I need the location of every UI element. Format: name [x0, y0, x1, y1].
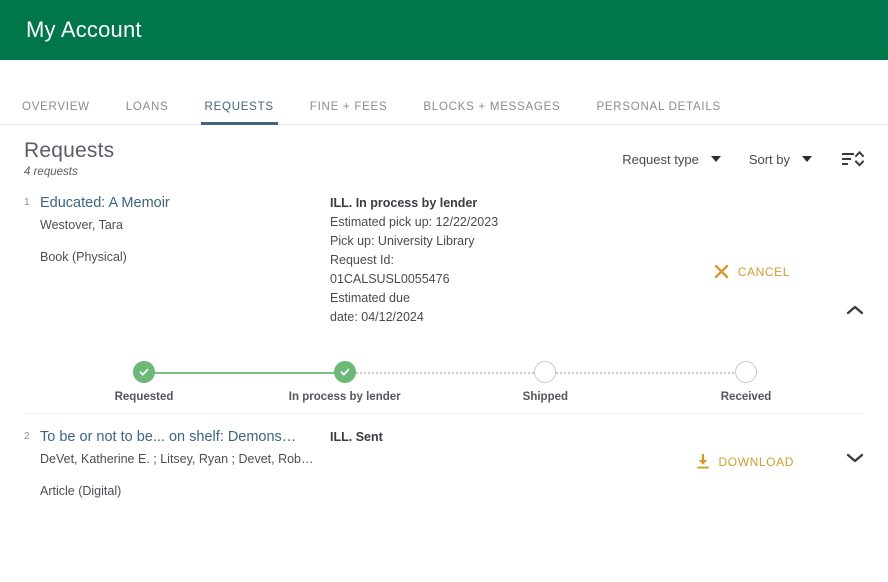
tracker-label-in-process: In process by lender: [288, 391, 401, 404]
request-type-label: Request type: [622, 151, 699, 167]
download-button[interactable]: DOWNLOAD: [696, 454, 794, 470]
tab-label: BLOCKS + MESSAGES: [423, 101, 561, 113]
tracker-label-requested: Requested: [114, 391, 174, 404]
check-icon: [139, 368, 149, 376]
request-item-2: 2 To be or not to be... on shelf: Demons…: [0, 414, 888, 498]
list-header: Requests 4 requests Request type Sort by: [0, 125, 888, 178]
tab-blocks-messages[interactable]: BLOCKS + MESSAGES: [423, 101, 560, 124]
list-controls: Request type Sort by: [594, 139, 864, 169]
request-author: Westover, Tara: [40, 218, 123, 233]
request-type-dropdown[interactable]: Request type: [622, 152, 721, 167]
tab-overview[interactable]: OVERVIEW: [22, 101, 90, 124]
request-summary: To be or not to be... on shelf: Demons… …: [40, 428, 330, 498]
tracker-track: Requested In process by lender Shipped R…: [115, 361, 771, 413]
tab-list: OVERVIEW LOANS REQUESTS FINE + FEES BLOC…: [0, 60, 888, 125]
detail-estimated-due-value: date: 04/12/2024: [330, 310, 424, 325]
request-format: Book (Physical): [40, 250, 127, 265]
sort-order-button[interactable]: [842, 149, 864, 169]
tab-requests[interactable]: REQUESTS: [200, 101, 279, 125]
list-heading-block: Requests 4 requests: [24, 139, 594, 178]
tab-loans[interactable]: LOANS: [126, 101, 169, 124]
requests-heading: Requests: [24, 139, 115, 162]
tab-label: LOANS: [125, 101, 169, 113]
app-header: My Account: [0, 0, 888, 60]
chevron-down-icon: [846, 453, 864, 463]
chevron-down-icon: [802, 156, 812, 162]
request-title[interactable]: Educated: A Memoir: [40, 194, 320, 212]
request-details: ILL. Sent: [330, 428, 660, 498]
sort-by-label: Sort by: [748, 151, 790, 167]
request-actions: DOWNLOAD: [660, 428, 864, 498]
detail-request-id-value: 01CALSUSL0055476: [330, 272, 450, 287]
expand-request-button[interactable]: [838, 452, 864, 464]
tracker-node-shipped: [534, 361, 557, 384]
tab-label: OVERVIEW: [22, 101, 90, 113]
request-item-1: 1 Educated: A Memoir Westover, Tara Book…: [0, 178, 888, 327]
request-status: ILL. In process by lender: [330, 196, 478, 211]
tab-bar: OVERVIEW LOANS REQUESTS FINE + FEES BLOC…: [0, 60, 888, 125]
tracker-segment-done: [144, 372, 345, 375]
request-summary: Educated: A Memoir Westover, Tara Book (…: [40, 194, 330, 327]
request-actions: CANCEL: [660, 194, 864, 327]
close-x-icon: [714, 264, 729, 279]
request-format: Article (Digital): [40, 484, 122, 499]
chevron-up-icon: [846, 305, 864, 315]
tab-label: FINE + FEES: [309, 101, 388, 113]
tab-personal-details[interactable]: PERSONAL DETAILS: [596, 101, 720, 124]
tracker-node-in-process: [333, 361, 356, 384]
request-title[interactable]: To be or not to be... on shelf: Demons…: [40, 428, 320, 446]
tracker-segment-pending: [545, 372, 746, 375]
page-title: My Account: [26, 17, 142, 42]
detail-request-id-label: Request Id:: [330, 253, 394, 268]
row-index: 1: [24, 197, 30, 209]
requests-count: 4 requests: [24, 166, 78, 179]
tracker-segment-pending: [344, 372, 546, 375]
detail-estimated-due-label: Estimated due: [330, 291, 410, 306]
tracker-label-shipped: Shipped: [522, 391, 569, 404]
chevron-down-icon: [710, 156, 721, 162]
detail-estimated-pickup: Estimated pick up: 12/22/2023: [330, 215, 499, 230]
cancel-button[interactable]: CANCEL: [714, 264, 790, 279]
sort-by-dropdown[interactable]: Sort by: [749, 152, 812, 167]
request-progress-tracker: Requested In process by lender Shipped R…: [24, 327, 864, 413]
tab-label: PERSONAL DETAILS: [596, 101, 721, 113]
cancel-label: CANCEL: [737, 264, 790, 279]
tracker-node-requested: [133, 361, 155, 384]
tracker-label-received: Received: [720, 391, 772, 404]
sort-lines-icon: [842, 150, 864, 167]
download-icon: [696, 454, 710, 470]
collapse-request-button[interactable]: [838, 304, 864, 316]
row-index: 2: [24, 431, 30, 443]
detail-pickup-location: Pick up: University Library: [330, 234, 475, 249]
tab-fine-fees[interactable]: FINE + FEES: [310, 101, 388, 124]
request-status: ILL. Sent: [330, 430, 383, 445]
download-label: DOWNLOAD: [718, 455, 794, 470]
request-details: ILL. In process by lender Estimated pick…: [330, 194, 660, 327]
tab-label: REQUESTS: [204, 101, 274, 113]
request-author: DeVet, Katherine E. ; Litsey, Ryan ; Dev…: [40, 452, 314, 467]
tracker-node-received: [735, 361, 757, 384]
check-icon: [340, 368, 350, 376]
